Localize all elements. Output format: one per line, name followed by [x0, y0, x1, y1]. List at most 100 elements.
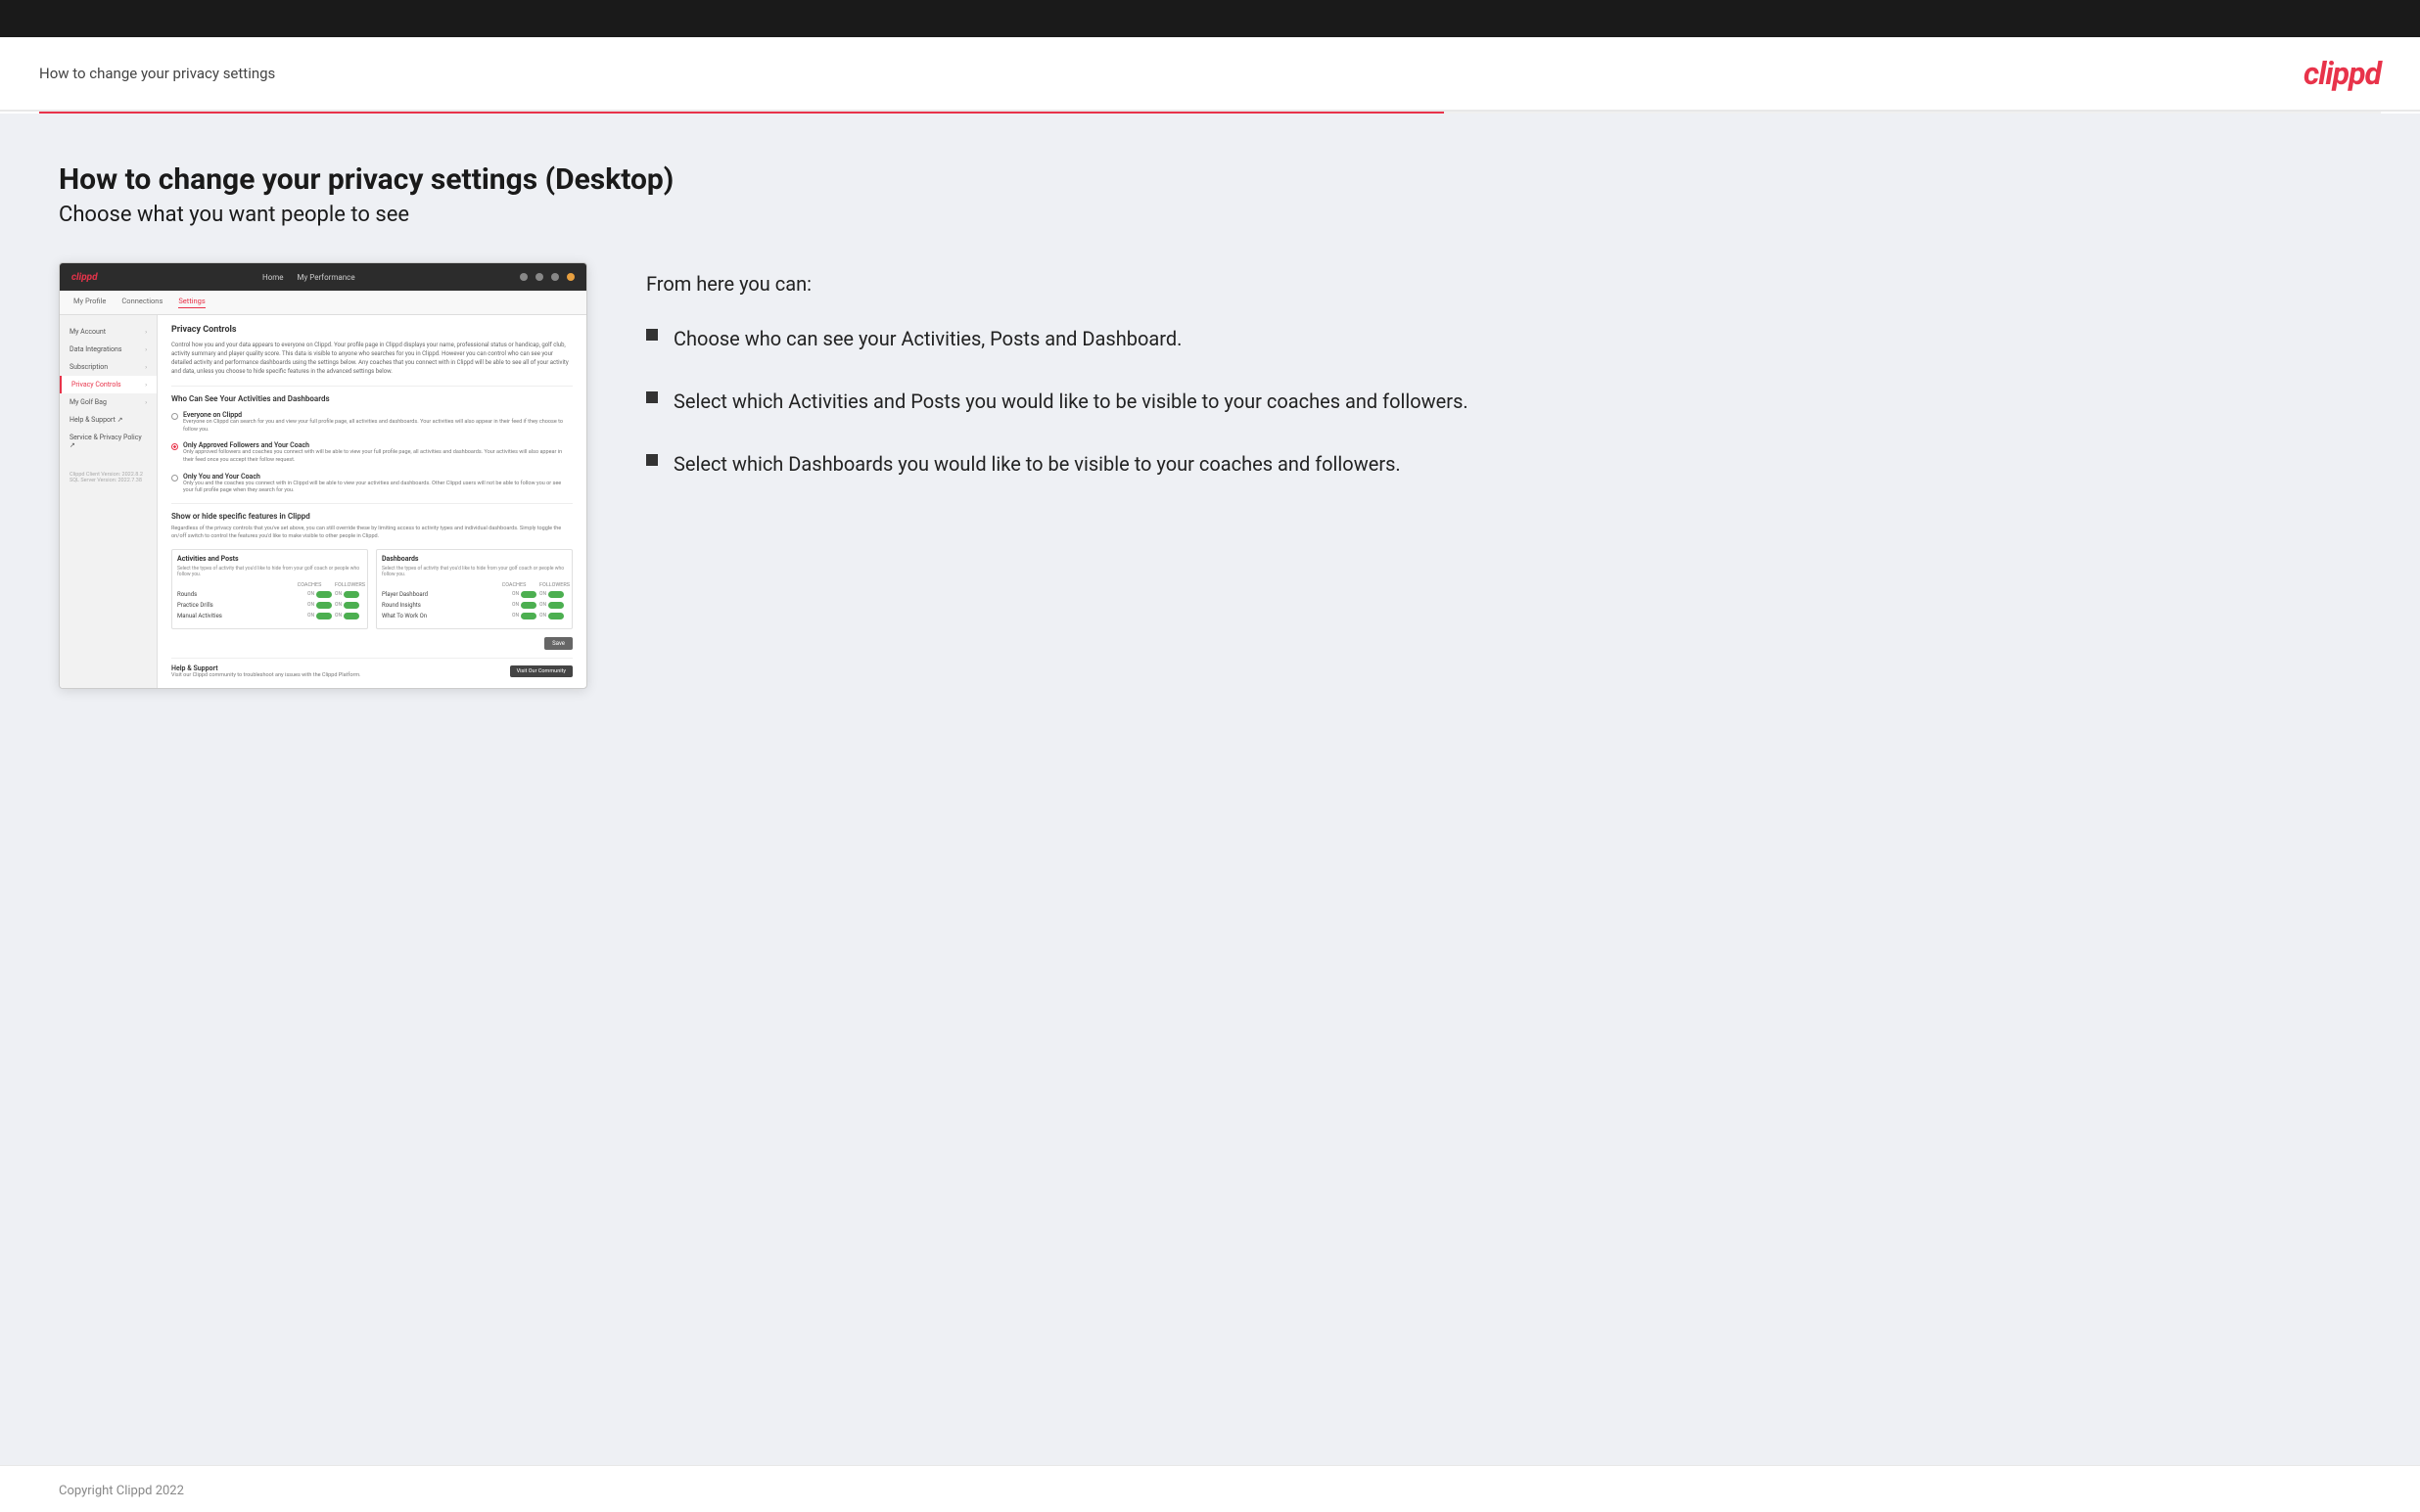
mockup-player-coaches-switch	[521, 591, 536, 598]
mockup-nav: clippd Home My Performance	[60, 263, 586, 291]
mockup-dashboards-subtitle: Select the types of activity that you'd …	[382, 566, 567, 577]
mockup-sidebar-my-account-label: My Account	[70, 328, 106, 336]
mockup-sidebar-service-privacy: Service & Privacy Policy ↗	[60, 429, 157, 454]
mockup-activities-manual: Manual Activities ON ON	[177, 613, 362, 619]
bullet-item-1: Choose who can see your Activities, Post…	[646, 325, 2361, 352]
mockup-sidebar-chevron-account: ›	[145, 329, 147, 336]
mockup-dashboards-insights-label: Round Insights	[382, 602, 512, 609]
logo: clippd	[2304, 55, 2381, 92]
top-bar	[0, 0, 2420, 37]
mockup-radio-only-you: Only You and Your Coach Only you and the…	[171, 473, 573, 495]
mockup-privacy-controls-title: Privacy Controls	[171, 325, 573, 335]
mockup-save-row: Save	[171, 637, 573, 650]
mockup-sidebar-privacy-label: Privacy Controls	[71, 381, 121, 389]
mockup-tables-row: Activities and Posts Select the types of…	[171, 549, 573, 629]
mockup-radio-only-you-text: Only You and Your Coach Only you and the…	[183, 473, 573, 495]
header-title: How to change your privacy settings	[39, 65, 275, 82]
mockup-sidebar-privacy-controls: Privacy Controls ›	[60, 376, 157, 393]
mockup-sidebar-chevron-golf: ›	[145, 399, 147, 406]
mockup-nav-home: Home	[262, 273, 284, 282]
mockup-nav-links: Home My Performance	[262, 273, 355, 282]
mockup-radio-everyone-input	[171, 413, 178, 420]
right-panel: From here you can: Choose who can see yo…	[646, 262, 2361, 478]
mockup-sidebar-data-integrations: Data Integrations ›	[60, 341, 157, 358]
mockup-rounds-coaches-switch	[316, 591, 332, 598]
mockup-insights-followers-switch	[548, 602, 564, 609]
mockup-radio-only-you-desc: Only you and the coaches you connect wit…	[183, 481, 573, 495]
mockup-player-followers-switch	[548, 591, 564, 598]
mockup-radio-followers-text: Only Approved Followers and Your Coach O…	[183, 441, 573, 464]
mockup-subnav-connections: Connections	[121, 297, 163, 308]
mockup-activities-coaches-header: COACHES	[296, 582, 323, 588]
mockup-what-followers-switch	[548, 613, 564, 619]
mockup-save-button[interactable]: Save	[544, 637, 573, 650]
mockup-nav-icons	[520, 273, 575, 281]
mockup-help-row: Help & Support Visit our Clippd communit…	[171, 658, 573, 678]
mockup-activities-practice-label: Practice Drills	[177, 602, 307, 609]
mockup-what-coaches-switch	[521, 613, 536, 619]
mockup-activities-manual-label: Manual Activities	[177, 613, 307, 619]
mockup-privacy-controls-desc: Control how you and your data appears to…	[171, 341, 573, 376]
mockup-sidebar-golf-bag-label: My Golf Bag	[70, 398, 107, 406]
mockup-sidebar-help-label: Help & Support ↗	[70, 416, 122, 424]
mockup-body: My Account › Data Integrations › Subscri…	[60, 315, 586, 688]
mockup-manual-coaches-toggle: ON	[307, 613, 335, 619]
mockup-what-coaches-toggle: ON	[512, 613, 539, 619]
footer: Copyright Clippd 2022	[0, 1465, 2420, 1512]
mockup-show-hide-title: Show or hide specific features in Clippd	[171, 503, 573, 521]
mockup-practice-coaches-toggle: ON	[307, 602, 335, 609]
mockup-help-desc: Visit our Clippd community to troublesho…	[171, 672, 361, 678]
mockup-show-hide-desc: Regardless of the privacy controls that …	[171, 526, 573, 540]
mockup-sidebar-chevron-privacy: ›	[145, 382, 147, 389]
mockup-subnav-profile: My Profile	[73, 297, 106, 308]
mockup-dashboards-coaches-header: COACHES	[500, 582, 528, 588]
mockup-activities-rounds-label: Rounds	[177, 591, 307, 598]
bullet-list: Choose who can see your Activities, Post…	[646, 325, 2361, 478]
mockup-player-followers-toggle: ON	[539, 591, 567, 598]
bullet-item-2: Select which Activities and Posts you wo…	[646, 388, 2361, 415]
bullet-text-3: Select which Dashboards you would like t…	[674, 450, 1401, 478]
mockup-dashboards-followers-header: FOLLOWERS	[539, 582, 567, 588]
mockup-dashboards-player: Player Dashboard ON ON	[382, 591, 567, 598]
mockup-sidebar-version: Clippd Client Version: 2022.8.2 SQL Serv…	[60, 464, 157, 491]
screenshot-mockup: clippd Home My Performance My Profile Co…	[59, 262, 587, 689]
mockup-subnav: My Profile Connections Settings	[60, 291, 586, 315]
mockup-rounds-coaches-toggle: ON	[307, 591, 335, 598]
mockup-sidebar-subscription-label: Subscription	[70, 363, 108, 371]
header: How to change your privacy settings clip…	[0, 37, 2420, 112]
mockup-practice-followers-switch	[344, 602, 359, 609]
mockup-sidebar-my-golf-bag: My Golf Bag ›	[60, 393, 157, 411]
mockup-practice-followers-toggle: ON	[335, 602, 362, 609]
mockup-radio-only-you-input	[171, 475, 178, 481]
mockup-grid-icon	[535, 273, 543, 281]
mockup-practice-coaches-switch	[316, 602, 332, 609]
mockup-rounds-followers-toggle: ON	[335, 591, 362, 598]
mockup-radio-everyone-label: Everyone on Clippd	[183, 411, 573, 419]
page-subheading: Choose what you want people to see	[59, 203, 2361, 227]
mockup-help-text: Help & Support Visit our Clippd communit…	[171, 664, 361, 678]
bullet-item-3: Select which Dashboards you would like t…	[646, 450, 2361, 478]
mockup-dashboards-header: COACHES FOLLOWERS	[382, 582, 567, 588]
content-row: clippd Home My Performance My Profile Co…	[59, 262, 2361, 689]
mockup-activities-practice: Practice Drills ON ON	[177, 602, 362, 609]
mockup-sidebar-my-account: My Account ›	[60, 323, 157, 341]
mockup-sidebar-chevron-data: ›	[145, 346, 147, 353]
bullet-square-3	[646, 454, 658, 466]
bullet-square-1	[646, 329, 658, 341]
mockup-sidebar-subscription: Subscription ›	[60, 358, 157, 376]
mockup-rounds-followers-switch	[344, 591, 359, 598]
mockup-activities-title: Activities and Posts	[177, 555, 362, 563]
mockup-activities-header: COACHES FOLLOWERS	[177, 582, 362, 588]
mockup-sidebar-chevron-subscription: ›	[145, 364, 147, 371]
mockup-nav-performance: My Performance	[298, 273, 355, 282]
mockup-radio-followers-desc: Only approved followers and coaches you …	[183, 449, 573, 464]
mockup-what-followers-toggle: ON	[539, 613, 567, 619]
right-panel-heading: From here you can:	[646, 272, 2361, 296]
mockup-dashboards-table: Dashboards Select the types of activity …	[376, 549, 573, 629]
mockup-help-title: Help & Support	[171, 664, 361, 672]
mockup-visit-button[interactable]: Visit Our Community	[510, 665, 573, 677]
mockup-search-icon	[520, 273, 528, 281]
mockup-radio-everyone: Everyone on Clippd Everyone on Clippd ca…	[171, 411, 573, 434]
page-heading: How to change your privacy settings (Des…	[59, 162, 2361, 197]
mockup-activities-subtitle: Select the types of activity that you'd …	[177, 566, 362, 577]
